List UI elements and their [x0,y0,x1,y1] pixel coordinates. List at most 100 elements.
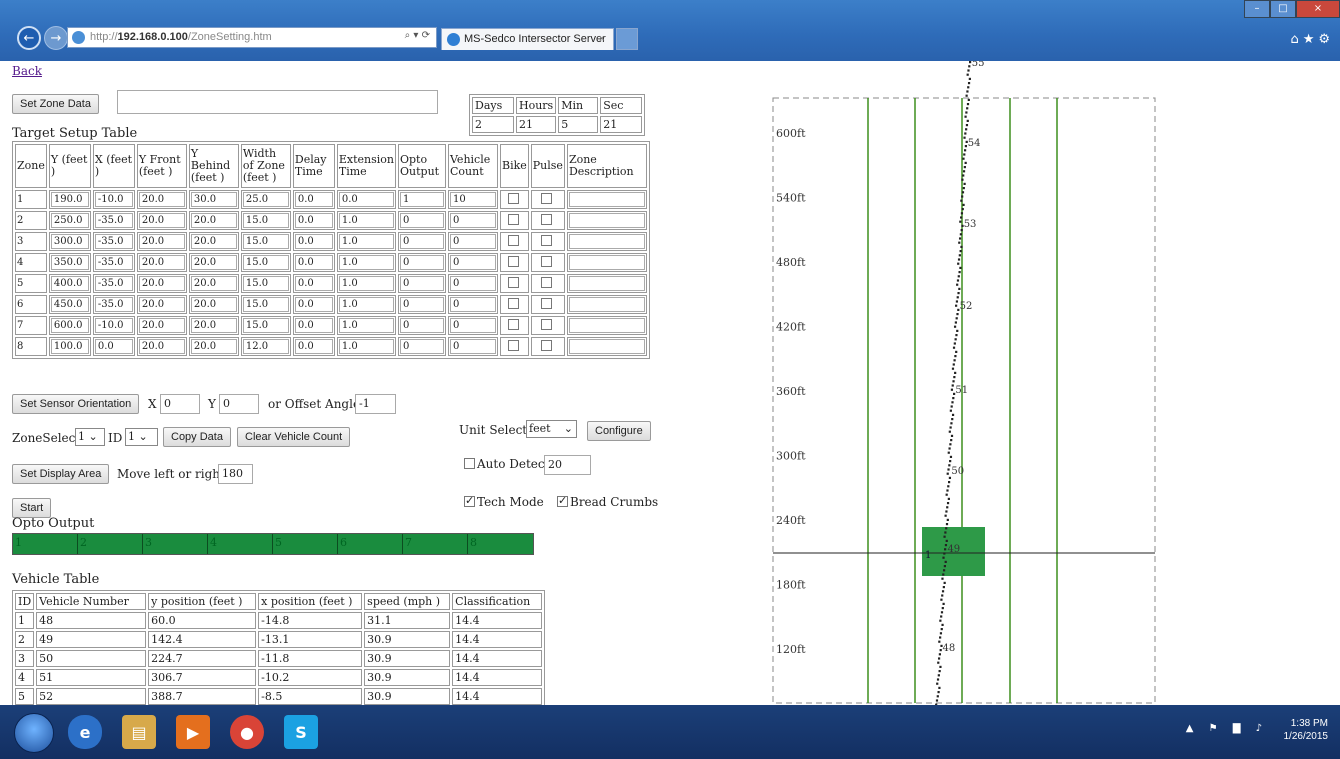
auto-detect-checkbox[interactable] [464,458,475,469]
zone-select-dropdown[interactable]: 1 ⌄ [75,428,105,446]
skype-icon[interactable]: S [284,715,318,749]
y-behind-input[interactable]: 20.0 [190,318,237,333]
copy-data-button[interactable]: Copy Data [163,427,231,447]
clear-vehicle-count-button[interactable]: Clear Vehicle Count [237,427,351,447]
address-bar[interactable]: http://192.168.0.100/ZoneSetting.htm ⌕ ▾… [67,27,437,48]
pulse-checkbox[interactable] [541,256,553,267]
opto-input[interactable]: 0 [400,276,444,291]
chrome-icon[interactable]: ● [230,715,264,749]
delay-input[interactable]: 0.0 [294,297,333,312]
start-orb-icon[interactable] [14,713,54,753]
pulse-checkbox[interactable] [541,298,553,309]
bike-checkbox[interactable] [507,193,519,204]
y-front-input[interactable]: 20.0 [138,213,185,228]
y-input[interactable]: 190.0 [50,192,89,207]
y-input[interactable]: 100.0 [50,339,89,354]
opto-input[interactable]: 0 [400,339,444,354]
tech-mode-checkbox[interactable] [464,494,475,507]
extension-input[interactable]: 1.0 [338,318,394,333]
sensor-x-input[interactable]: 0 [160,394,200,414]
width-input[interactable]: 12.0 [242,339,289,354]
y-front-input[interactable]: 20.0 [138,318,185,333]
y-behind-input[interactable]: 20.0 [190,339,237,354]
bike-checkbox[interactable] [507,277,519,288]
back-nav-button[interactable]: ← [17,26,41,50]
pulse-checkbox[interactable] [541,214,553,225]
y-input[interactable]: 350.0 [50,255,89,270]
set-sensor-orientation-button[interactable]: Set Sensor Orientation [12,394,140,414]
zone-description-input[interactable] [568,234,645,249]
y-behind-input[interactable]: 20.0 [190,213,237,228]
zone-data-field[interactable] [117,90,438,114]
vehicle-count-input[interactable]: 0 [450,318,496,333]
delay-input[interactable]: 0.0 [294,276,333,291]
y-front-input[interactable]: 20.0 [138,234,185,249]
width-input[interactable]: 15.0 [242,276,289,291]
tech-mode-toggle[interactable]: Tech Mode [464,494,544,509]
y-behind-input[interactable]: 20.0 [190,276,237,291]
zone-description-input[interactable] [568,255,645,270]
vehicle-count-input[interactable]: 0 [450,276,496,291]
vehicle-count-input[interactable]: 0 [450,339,496,354]
back-link[interactable]: Back [12,64,42,78]
move-left-right-input[interactable]: 180 [218,464,253,484]
extension-input[interactable]: 1.0 [338,255,394,270]
delay-input[interactable]: 0.0 [294,255,333,270]
bread-crumbs-toggle[interactable]: Bread Crumbs [557,494,658,509]
tab-close-icon[interactable]: × [599,33,605,45]
file-explorer-icon[interactable]: ▤ [122,715,156,749]
zone-description-input[interactable] [568,276,645,291]
home-favorites-tools-icons[interactable]: ⌂★⚙ [1290,32,1334,47]
bike-checkbox[interactable] [507,298,519,309]
auto-detect-input[interactable]: 20 [544,455,591,475]
sensor-y-input[interactable]: 0 [219,394,259,414]
maximize-button[interactable]: □ [1270,0,1296,18]
new-tab-button[interactable] [616,28,638,50]
width-input[interactable]: 15.0 [242,318,289,333]
zone-description-input[interactable] [568,213,645,228]
internet-explorer-icon[interactable]: e [68,715,102,749]
pulse-checkbox[interactable] [541,235,553,246]
bike-checkbox[interactable] [507,340,519,351]
minimize-button[interactable]: – [1244,0,1270,18]
delay-input[interactable]: 0.0 [294,213,333,228]
x-input[interactable]: -35.0 [94,234,133,249]
pulse-checkbox[interactable] [541,340,553,351]
system-tray-icons[interactable]: ▲ ⚑ ▇ ♪ [1186,723,1268,734]
unit-select-dropdown[interactable]: feet ⌄ [526,420,577,438]
bread-crumbs-checkbox[interactable] [557,494,568,507]
set-zone-data-button[interactable]: Set Zone Data [12,94,99,114]
opto-input[interactable]: 0 [400,318,444,333]
y-front-input[interactable]: 20.0 [138,192,185,207]
delay-input[interactable]: 0.0 [294,318,333,333]
width-input[interactable]: 25.0 [242,192,289,207]
id-select-dropdown[interactable]: 1 ⌄ [125,428,158,446]
extension-input[interactable]: 0.0 [338,192,394,207]
close-window-button[interactable]: × [1296,0,1340,18]
width-input[interactable]: 15.0 [242,297,289,312]
y-input[interactable]: 250.0 [50,213,89,228]
vehicle-count-input[interactable]: 10 [450,192,496,207]
configure-button[interactable]: Configure [587,421,651,441]
y-front-input[interactable]: 20.0 [138,276,185,291]
y-front-input[interactable]: 20.0 [138,255,185,270]
y-input[interactable]: 300.0 [50,234,89,249]
pulse-checkbox[interactable] [541,319,553,330]
pulse-checkbox[interactable] [541,277,553,288]
extension-input[interactable]: 1.0 [338,213,394,228]
media-player-icon[interactable]: ▶ [176,715,210,749]
auto-detect-toggle[interactable]: Auto Detect [464,457,549,471]
extension-input[interactable]: 1.0 [338,234,394,249]
clock[interactable]: 1:38 PM 1/26/2015 [1284,717,1329,743]
set-display-area-button[interactable]: Set Display Area [12,464,110,484]
extension-input[interactable]: 1.0 [338,276,394,291]
y-behind-input[interactable]: 20.0 [190,297,237,312]
zone-description-input[interactable] [568,318,645,333]
bike-checkbox[interactable] [507,319,519,330]
delay-input[interactable]: 0.0 [294,339,333,354]
y-input[interactable]: 600.0 [50,318,89,333]
delay-input[interactable]: 0.0 [294,234,333,249]
opto-input[interactable]: 0 [400,297,444,312]
search-refresh-icons[interactable]: ⌕ ▾ ⟳ [405,30,430,41]
x-input[interactable]: -10.0 [94,318,133,333]
